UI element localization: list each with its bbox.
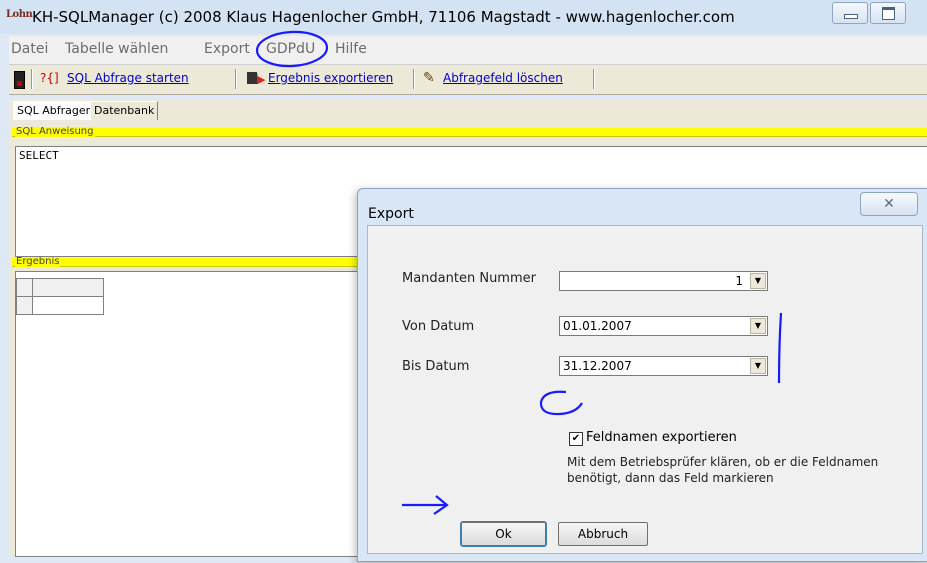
annotation-overlay [255, 30, 783, 515]
gdpdu-circle-annotation [255, 30, 329, 68]
checkbox-circle-annotation [539, 390, 583, 416]
date-bracket-annotation [777, 312, 783, 384]
